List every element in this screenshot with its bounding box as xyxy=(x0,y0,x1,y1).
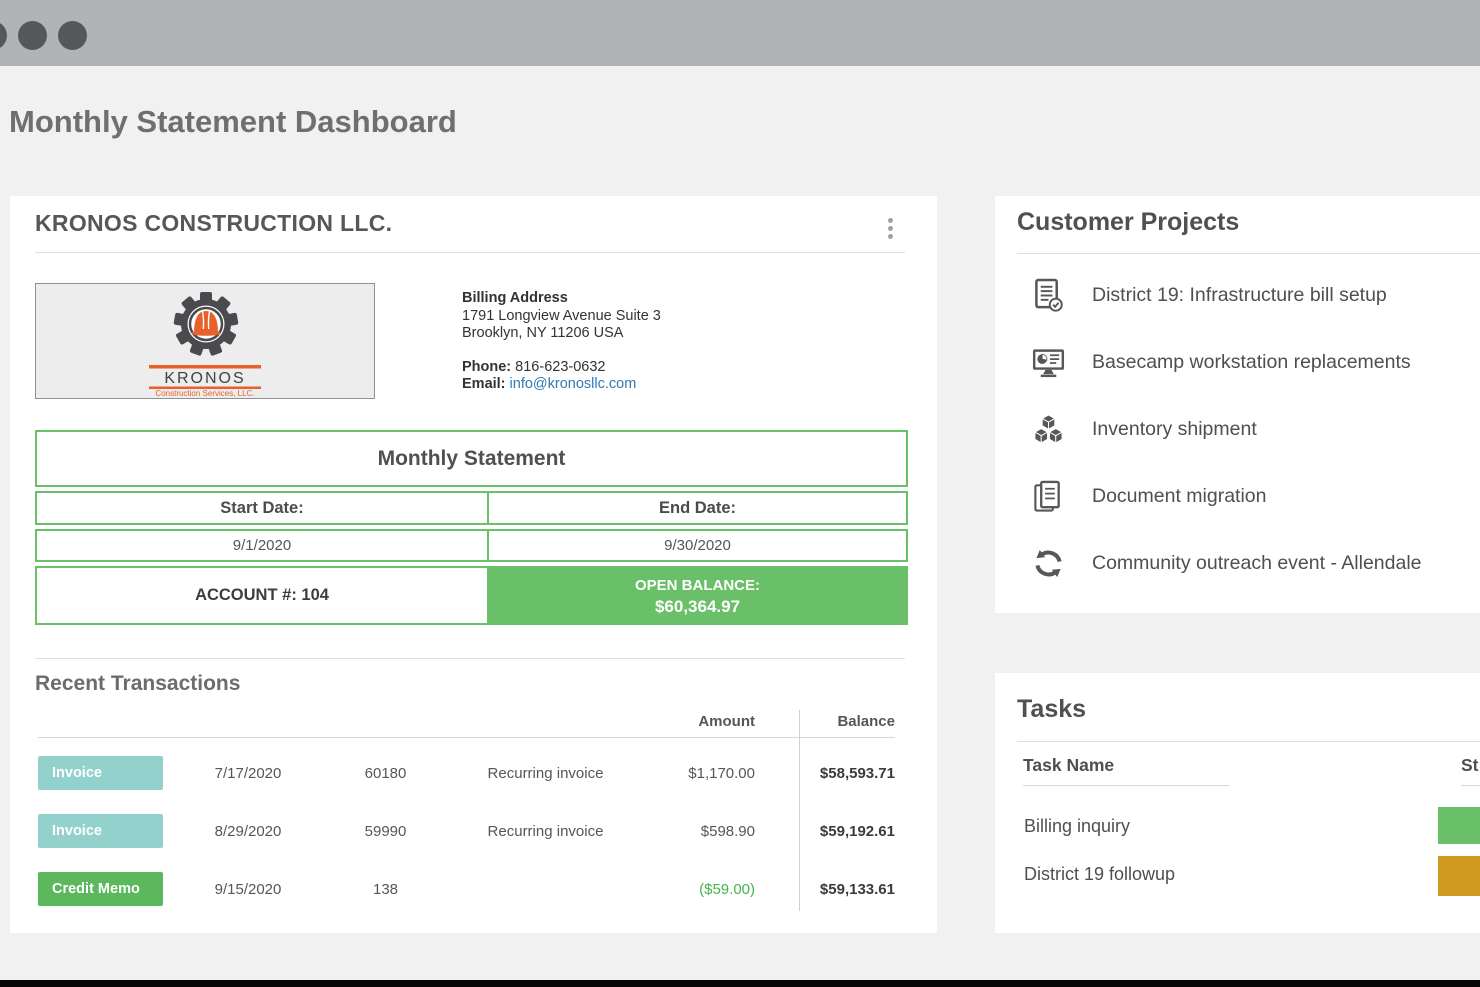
open-balance-cell: OPEN BALANCE: $60,364.97 xyxy=(489,568,906,623)
transaction-amount: ($59.00) xyxy=(653,881,799,898)
project-item[interactable]: Basecamp workstation replacements xyxy=(995,329,1480,396)
window-control-dot[interactable] xyxy=(0,21,7,50)
transaction-row[interactable]: Invoice 7/17/2020 60180 Recurring invoic… xyxy=(38,756,895,790)
start-date-value: 9/1/2020 xyxy=(37,531,489,560)
page-title: Monthly Statement Dashboard xyxy=(9,104,457,140)
window-control-dot[interactable] xyxy=(18,21,47,50)
open-balance-label: OPEN BALANCE: xyxy=(635,575,760,596)
task-name-column-header: Task Name xyxy=(1023,755,1114,776)
project-item[interactable]: Inventory shipment xyxy=(995,396,1480,463)
status-column-header: St xyxy=(1461,755,1479,776)
transactions-header-row: Amount Balance xyxy=(38,709,895,733)
transaction-number: 59990 xyxy=(333,823,438,840)
account-number: ACCOUNT #: 104 xyxy=(37,568,489,623)
statement-card: KRONOS CONSTRUCTION LLC. xyxy=(10,196,937,933)
transaction-date: 9/15/2020 xyxy=(163,881,333,898)
transaction-number: 60180 xyxy=(333,765,438,782)
transaction-amount: $1,170.00 xyxy=(653,765,799,782)
company-name: KRONOS CONSTRUCTION LLC. xyxy=(35,210,392,237)
billing-phone-line: Phone: 816-623-0632 xyxy=(462,359,661,377)
project-item[interactable]: Document migration xyxy=(995,463,1480,530)
task-name[interactable]: Billing inquiry xyxy=(1024,816,1130,837)
billing-email-line: Email: info@kronosllc.com xyxy=(462,376,661,394)
transaction-description: Recurring invoice xyxy=(438,765,653,782)
project-label: Document migration xyxy=(1092,485,1267,508)
monthly-statement-table: Monthly Statement Start Date: End Date: … xyxy=(35,430,908,629)
transaction-balance: $59,192.61 xyxy=(799,823,895,840)
end-date-value: 9/30/2020 xyxy=(489,531,906,560)
transaction-number: 138 xyxy=(333,881,438,898)
project-label: Inventory shipment xyxy=(1092,418,1257,441)
project-item[interactable]: Community outreach event - Allendale xyxy=(995,530,1480,597)
transaction-date: 7/17/2020 xyxy=(163,765,333,782)
transaction-row[interactable]: Credit Memo 9/15/2020 138 ($59.00) $59,1… xyxy=(38,872,895,906)
gear-hardhat-icon xyxy=(173,292,238,356)
end-date-label: End Date: xyxy=(489,493,906,523)
customer-projects-heading: Customer Projects xyxy=(1017,208,1239,237)
project-label: Basecamp workstation replacements xyxy=(1092,351,1411,374)
task-status-badge xyxy=(1438,856,1480,896)
customer-projects-card: Customer Projects District 19: Infrastru… xyxy=(995,196,1480,613)
transaction-date: 8/29/2020 xyxy=(163,823,333,840)
bill-check-icon xyxy=(1031,278,1065,313)
transaction-description: Recurring invoice xyxy=(438,823,653,840)
window-titlebar xyxy=(0,0,1480,66)
statement-title: Monthly Statement xyxy=(35,430,908,487)
logo-brand-text: KRONOS xyxy=(164,370,245,387)
project-item[interactable]: District 19: Infrastructure bill setup xyxy=(995,262,1480,329)
company-logo: KRONOS Construction Services, LLC. xyxy=(35,283,375,399)
tasks-card: Tasks Task Name St Billing inquiry Distr… xyxy=(995,673,1480,933)
phone-number: 816-623-0632 xyxy=(515,359,605,375)
project-label: Community outreach event - Allendale xyxy=(1092,552,1422,575)
sync-icon xyxy=(1031,548,1065,579)
tasks-heading: Tasks xyxy=(1017,695,1086,724)
statement-account-row: ACCOUNT #: 104 OPEN BALANCE: $60,364.97 xyxy=(35,566,908,625)
workstation-icon xyxy=(1031,348,1065,378)
billing-address-line1: 1791 Longview Avenue Suite 3 xyxy=(462,308,661,326)
recent-transactions-heading: Recent Transactions xyxy=(35,672,240,696)
statement-date-labels-row: Start Date: End Date: xyxy=(35,491,908,525)
transaction-balance: $59,133.61 xyxy=(799,881,895,898)
email-link[interactable]: info@kronosllc.com xyxy=(510,376,637,392)
transaction-row[interactable]: Invoice 8/29/2020 59990 Recurring invoic… xyxy=(38,814,895,848)
transaction-balance: $58,593.71 xyxy=(799,765,895,782)
billing-heading: Billing Address xyxy=(462,290,661,308)
billing-address-block: Billing Address 1791 Longview Avenue Sui… xyxy=(462,290,661,394)
open-balance-value: $60,364.97 xyxy=(655,596,740,617)
transaction-type-badge: Credit Memo xyxy=(38,872,163,906)
balance-column-header: Balance xyxy=(799,713,895,730)
transaction-type-badge: Invoice xyxy=(38,814,163,848)
inventory-boxes-icon xyxy=(1031,414,1065,445)
billing-address-line2: Brooklyn, NY 11206 USA xyxy=(462,325,661,343)
task-status-badge xyxy=(1438,807,1480,844)
logo-tagline-text: Construction Services, LLC. xyxy=(155,389,254,398)
kebab-menu-icon[interactable] xyxy=(883,218,897,242)
task-name[interactable]: District 19 followup xyxy=(1024,864,1175,885)
window-bottom-edge xyxy=(0,980,1480,987)
statement-date-values-row: 9/1/2020 9/30/2020 xyxy=(35,529,908,562)
project-label: District 19: Infrastructure bill setup xyxy=(1092,284,1387,307)
start-date-label: Start Date: xyxy=(37,493,489,523)
transaction-type-badge: Invoice xyxy=(38,756,163,790)
documents-icon xyxy=(1031,480,1065,513)
window-control-dot[interactable] xyxy=(58,21,87,50)
amount-column-header: Amount xyxy=(653,713,799,730)
transaction-amount: $598.90 xyxy=(653,823,799,840)
